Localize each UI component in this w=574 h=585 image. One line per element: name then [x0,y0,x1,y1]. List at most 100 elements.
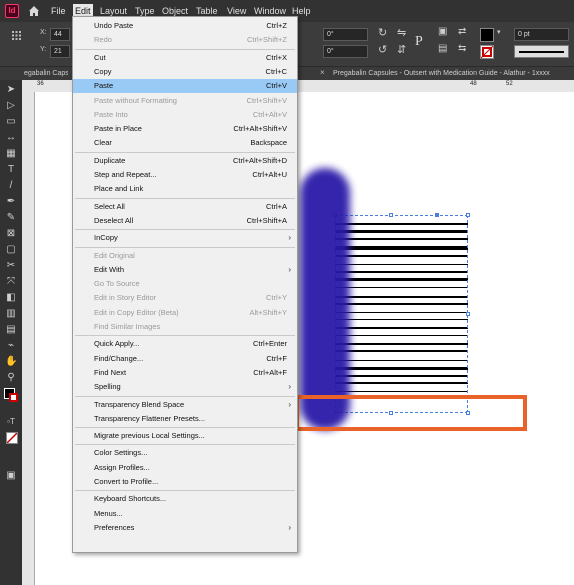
hand-tool-icon[interactable]: ✋ [5,356,17,368]
menu-item-select-all[interactable]: Select All Ctrl+A [73,200,297,214]
menu-item-place-and-link[interactable]: Place and Link [73,182,297,196]
menu-item-transparency-flattener-presets[interactable]: Transparency Flattener Presets... [73,412,297,426]
menu-item-quick-apply[interactable]: Quick Apply... Ctrl+Enter [73,337,297,351]
selection-tool-icon[interactable]: ➤ [5,84,17,96]
selection-handle[interactable] [466,213,470,217]
edit-menu-dropdown: Undo Paste Ctrl+Z Redo Ctrl+Shift+Z Cut Ctrl+… [72,16,298,553]
document-tab-active[interactable]: Pregabalin Capsules - Outsert with Medic… [333,67,574,80]
home-icon[interactable] [27,4,41,18]
menu-item-label: Preferences [94,522,135,532]
menu-item-cut[interactable]: Cut Ctrl+X [73,51,297,65]
flip-vertical-icon[interactable]: ⇵ [397,43,406,56]
menu-item-transparency-blend-space[interactable]: Transparency Blend Space › [73,398,297,412]
scissors-tool-icon[interactable]: ✂ [5,260,17,272]
menu-item-go-to-source[interactable]: Go To Source [73,277,297,291]
y-label: Y: [40,46,47,53]
menu-file[interactable]: File [49,0,68,22]
page-tool-icon[interactable]: ▭ [5,116,17,128]
direct-selection-tool-icon[interactable]: ▷ [5,100,17,112]
menu-item-paste-without-formatting[interactable]: Paste without Formatting Ctrl+Shift+V [73,94,297,108]
reference-point-icon[interactable] [12,31,21,40]
menu-item-redo[interactable]: Redo Ctrl+Shift+Z [73,33,297,47]
menu-item-undo-paste[interactable]: Undo Paste Ctrl+Z [73,19,297,33]
menu-item-find-next[interactable]: Find Next Ctrl+Alt+F [73,366,297,380]
rotate-angle-field[interactable]: 0° [323,28,368,41]
pencil-tool-icon[interactable]: ✎ [5,212,17,224]
select-previous-icon[interactable]: ⇄ [458,26,466,37]
stroke-swatch-icon[interactable] [480,45,494,59]
gradient-feather-tool-icon[interactable]: ▥ [5,308,17,320]
menu-item-clear[interactable]: Clear Backspace [73,136,297,150]
tab-close-icon[interactable]: × [302,67,333,80]
shear-angle-field[interactable]: 0° [323,45,368,58]
menu-item-keyboard-shortcuts[interactable]: Keyboard Shortcuts... [73,492,297,506]
type-tool-icon[interactable]: T [5,164,17,176]
rotate-cw-icon[interactable]: ↻ [378,26,387,39]
menu-item-duplicate[interactable]: Duplicate Ctrl+Alt+Shift+D [73,154,297,168]
selection-handle[interactable] [389,213,393,217]
menu-separator [75,229,295,231]
note-tool-icon[interactable]: ▤ [5,324,17,336]
submenu-arrow-icon: › [288,264,291,274]
menu-item-convert-to-profile[interactable]: Convert to Profile... [73,475,297,489]
stroke-weight-field[interactable]: 0 pt [514,28,569,41]
menu-item-paste[interactable]: Paste Ctrl+V [73,79,297,94]
line-tool-icon[interactable]: / [5,180,17,192]
menu-item-shortcut: Ctrl+X [265,52,287,62]
menu-item-edit-in-story-editor[interactable]: Edit in Story Editor Ctrl+Y [73,291,297,305]
flip-horizontal-icon[interactable]: ⇋ [397,26,406,39]
content-collector-icon[interactable]: ▦ [5,148,17,160]
menu-item-paste-into[interactable]: Paste Into Ctrl+Alt+V [73,108,297,122]
menu-item-label: Edit With [94,264,125,274]
menu-item-deselect-all[interactable]: Deselect All Ctrl+Shift+A [73,214,297,228]
menu-item-shortcut: Ctrl+Alt+Shift+V [233,124,287,134]
apply-none-icon[interactable] [6,432,18,444]
menu-item-find-similar-images[interactable]: Find Similar Images [73,320,297,334]
menu-item-step-and-repeat[interactable]: Step and Repeat... Ctrl+Alt+U [73,168,297,182]
menu-item-preferences[interactable]: Preferences › [73,521,297,535]
menu-item-edit-in-copy-editor-beta[interactable]: Edit in Copy Editor (Beta) Alt+Shift+Y [73,306,297,320]
menu-item-paste-in-place[interactable]: Paste in Place Ctrl+Alt+Shift+V [73,122,297,136]
formatting-affects-container-icon[interactable]: ▫T [5,416,17,428]
menu-item-edit-original[interactable]: Edit Original [73,249,297,263]
selection-handle[interactable] [435,213,439,217]
menu-item-spelling[interactable]: Spelling › [73,380,297,394]
menu-item-label: Paste [94,81,114,91]
paragraph-indicator-icon[interactable]: P [415,34,423,50]
select-container-icon[interactable]: ▣ [438,26,447,37]
y-field[interactable]: 21 [50,45,70,58]
menu-separator [75,335,295,337]
selection-frame [335,215,468,413]
annotation-highlight-box [295,395,527,431]
menu-item-color-settings[interactable]: Color Settings... [73,446,297,460]
fill-swatch[interactable] [480,28,494,42]
menu-item-incopy[interactable]: InCopy › [73,231,297,245]
rectangle-tool-icon[interactable]: ▢ [5,244,17,256]
free-transform-tool-icon[interactable]: ⤧ [5,276,17,288]
stroke-color-icon[interactable] [9,393,18,402]
menu-item-find-change[interactable]: Find/Change... Ctrl+F [73,352,297,366]
select-next-icon[interactable]: ⇆ [458,43,466,54]
rotate-ccw-icon[interactable]: ↺ [378,43,387,56]
dropdown-icon[interactable]: ▾ [497,28,501,36]
document-tab-inactive[interactable]: egabalin Capsu [24,67,68,80]
menu-item-edit-with[interactable]: Edit With › [73,263,297,277]
menu-separator [75,395,295,397]
rectangle-frame-tool-icon[interactable]: ⊠ [5,228,17,240]
gradient-tool-icon[interactable]: ◧ [5,292,17,304]
menu-item-shortcut: Ctrl+Alt+U [252,170,287,179]
menu-item-copy[interactable]: Copy Ctrl+C [73,65,297,79]
app-icon: Id [5,4,19,18]
menu-item-assign-profiles[interactable]: Assign Profiles... [73,461,297,475]
eyedropper-tool-icon[interactable]: ⌁ [5,340,17,352]
x-field[interactable]: 44 [50,28,70,41]
select-content-icon[interactable]: ▤ [438,43,447,54]
selection-handle[interactable] [466,312,470,316]
stroke-type-select[interactable] [514,45,569,58]
zoom-tool-icon[interactable]: ⚲ [5,372,17,384]
menu-item-menus[interactable]: Menus... [73,507,297,521]
pen-tool-icon[interactable]: ✒ [5,196,17,208]
screen-mode-icon[interactable]: ▣ [5,470,17,482]
gap-tool-icon[interactable]: ↔ [5,132,17,144]
menu-item-migrate-previous-local-settings[interactable]: Migrate previous Local Settings... [73,429,297,443]
